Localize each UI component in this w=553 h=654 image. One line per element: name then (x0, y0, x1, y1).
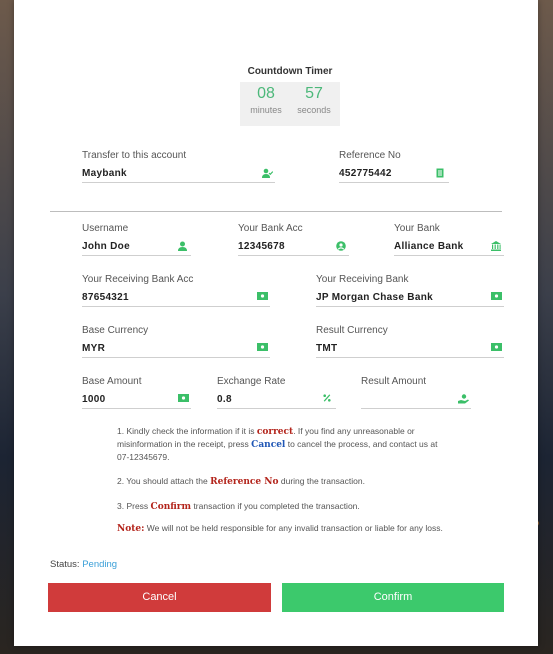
note-1-text: 1. Kindly check the information if it is (117, 426, 257, 436)
cancel-button[interactable]: Cancel (48, 583, 271, 612)
seconds-value: 57 (305, 85, 323, 102)
countdown-timer: Countdown Timer 08 minutes 57 seconds (240, 66, 340, 129)
timer-seconds: 57 seconds (294, 85, 334, 126)
receiving-bank-input[interactable]: JP Morgan Chase Bank (316, 290, 504, 307)
exchange-rate-field: Exchange Rate 0.8 (217, 376, 336, 409)
your-bank-value: Alliance Bank (394, 241, 464, 252)
base-currency-value: MYR (82, 343, 106, 354)
transfer-account-value: Maybank (82, 168, 127, 179)
reference-field: Reference No 452775442 (339, 150, 449, 183)
confirm-button[interactable]: Confirm (282, 583, 504, 612)
timer-minutes: 08 minutes (246, 85, 286, 126)
receiving-acc-label: Your Receiving Bank Acc (82, 274, 194, 285)
receiving-bank-label: Your Receiving Bank (316, 274, 409, 285)
your-bank-acc-label: Your Bank Acc (238, 223, 303, 234)
result-amount-input[interactable] (361, 392, 471, 409)
exchange-rate-label: Exchange Rate (217, 376, 286, 387)
result-currency-field: Result Currency TMT (316, 325, 504, 358)
seconds-label: seconds (297, 105, 331, 115)
result-currency-value: TMT (316, 343, 338, 354)
note-4: Note: We will not be held responsible fo… (99, 522, 447, 535)
note-2-highlight: Reference No (210, 477, 279, 487)
reference-value: 452775442 (339, 168, 392, 179)
note-3-highlight: Confirm (150, 502, 192, 512)
note-3-text: 3. Press (117, 501, 151, 511)
receiving-acc-value: 87654321 (82, 292, 129, 303)
user-check-icon (262, 168, 273, 178)
money-icon (178, 394, 189, 404)
section-divider (50, 211, 502, 212)
receipt-icon (436, 168, 447, 178)
minutes-value: 08 (257, 85, 275, 102)
minutes-label: minutes (250, 105, 282, 115)
receiving-acc-input[interactable]: 87654321 (82, 290, 270, 307)
base-currency-input[interactable]: MYR (82, 341, 270, 358)
your-bank-input[interactable]: Alliance Bank (394, 239, 504, 256)
transaction-card: Countdown Timer 08 minutes 57 seconds Tr… (14, 0, 538, 646)
your-bank-acc-input[interactable]: 12345678 (238, 239, 349, 256)
reference-input[interactable]: 452775442 (339, 166, 449, 183)
exchange-rate-input[interactable]: 0.8 (217, 392, 336, 409)
money-icon (491, 292, 502, 302)
base-amount-label: Base Amount (82, 376, 142, 387)
note-1-cancel: Cancel (251, 440, 286, 450)
note-1-highlight: correct (256, 427, 294, 437)
username-field: Username John Doe (82, 223, 191, 256)
base-amount-field: Base Amount 1000 (82, 376, 191, 409)
receiving-bank-field: Your Receiving Bank JP Morgan Chase Bank (316, 274, 504, 307)
your-bank-acc-field: Your Bank Acc 12345678 (238, 223, 349, 256)
username-value: John Doe (82, 241, 130, 252)
your-bank-label: Your Bank (394, 223, 440, 234)
timer-title: Countdown Timer (247, 66, 333, 77)
user-icon (178, 241, 189, 251)
note-3-text-b: transaction if you completed the transac… (191, 501, 360, 511)
username-label: Username (82, 223, 129, 234)
status-value: Pending (82, 559, 118, 570)
percent-icon (323, 394, 334, 404)
result-amount-field: Result Amount (361, 376, 471, 409)
result-currency-label: Result Currency (316, 325, 388, 336)
instructions-block: 1. Kindly check the information if it is… (117, 425, 447, 547)
note-4-highlight: Note: (117, 524, 145, 534)
money-icon (257, 292, 268, 302)
base-currency-field: Base Currency MYR (82, 325, 270, 358)
money-icon (491, 343, 502, 353)
receiving-acc-field: Your Receiving Bank Acc 87654321 (82, 274, 270, 307)
receiving-bank-value: JP Morgan Chase Bank (316, 292, 433, 303)
transfer-account-input[interactable]: Maybank (82, 166, 275, 183)
transfer-account-label: Transfer to this account (82, 150, 187, 161)
base-amount-value: 1000 (82, 394, 106, 405)
your-bank-acc-value: 12345678 (238, 241, 285, 252)
transfer-account-field: Transfer to this account Maybank (82, 150, 275, 183)
exchange-rate-value: 0.8 (217, 394, 232, 405)
result-amount-label: Result Amount (361, 376, 427, 387)
note-4-text: We will not be held responsible for any … (144, 523, 443, 533)
result-currency-input[interactable]: TMT (316, 341, 504, 358)
note-1: 1. Kindly check the information if it is… (117, 425, 447, 463)
status-line: Status: Pending (50, 559, 117, 570)
user-circle-icon (336, 241, 347, 251)
note-2-text-b: during the transaction. (278, 476, 365, 486)
username-input[interactable]: John Doe (82, 239, 191, 256)
note-2-text: 2. You should attach the (117, 476, 211, 486)
reference-label: Reference No (339, 150, 401, 161)
your-bank-field: Your Bank Alliance Bank (394, 223, 504, 256)
bank-icon (491, 241, 502, 251)
hand-coin-icon (458, 394, 469, 404)
timer-box: 08 minutes 57 seconds (240, 82, 340, 126)
note-2: 2. You should attach the Reference No du… (117, 475, 447, 488)
base-amount-input[interactable]: 1000 (82, 392, 191, 409)
base-currency-label: Base Currency (82, 325, 149, 336)
note-3: 3. Press Confirm transaction if you comp… (117, 500, 447, 513)
status-label: Status: (50, 559, 83, 570)
money-icon (257, 343, 268, 353)
